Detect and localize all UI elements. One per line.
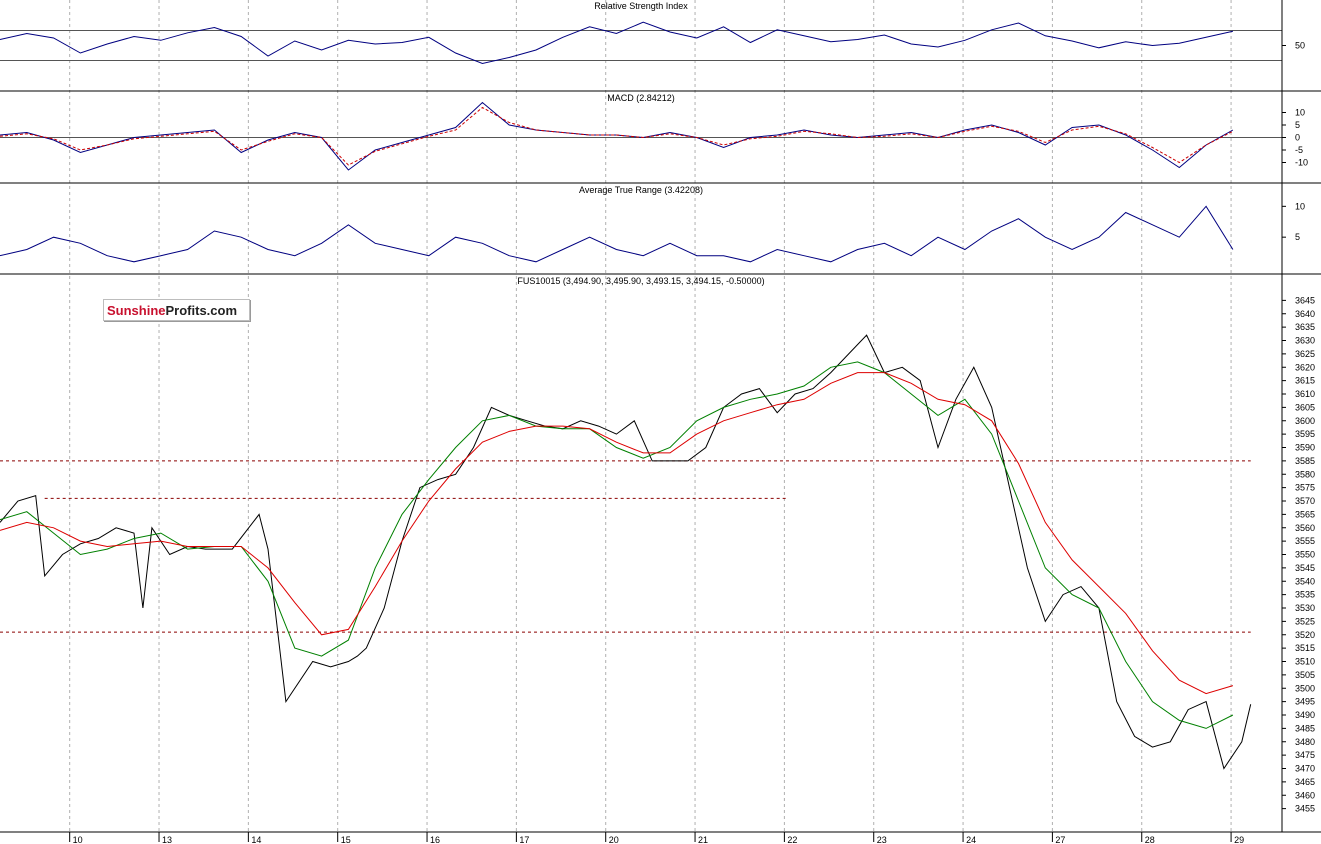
x-tick-label: 13 — [162, 835, 172, 844]
price-y-tick-label: 3625 — [1295, 349, 1315, 359]
price-y-tick-label: 3570 — [1295, 496, 1315, 506]
x-tick-label: 22 — [787, 835, 797, 844]
x-tick-label: 17 — [519, 835, 529, 844]
price-y-tick-label: 3460 — [1295, 790, 1315, 800]
price-y-tick-label: 3470 — [1295, 764, 1315, 774]
chart-root: Relative Strength Index 50 MACD (2.84212) 1… — [0, 0, 1321, 844]
chart-svg: Relative Strength Index50MACD (2.84212)1… — [0, 0, 1321, 844]
price-y-tick-label: 3510 — [1295, 657, 1315, 667]
price-title: FUS10015 (3,494.90, 3,495.90, 3,493.15, … — [517, 276, 764, 286]
x-tick-label: 28 — [1145, 835, 1155, 844]
price-y-tick-label: 3480 — [1295, 737, 1315, 747]
price-y-tick-label: 3520 — [1295, 630, 1315, 640]
x-tick-label: 24 — [966, 835, 976, 844]
rsi-title: Relative Strength Index — [594, 1, 688, 11]
price-y-tick-label: 3545 — [1295, 563, 1315, 573]
x-tick-label: 27 — [1055, 835, 1065, 844]
price-y-tick-label: 3525 — [1295, 616, 1315, 626]
price-y-tick-label: 3590 — [1295, 443, 1315, 453]
price-y-tick-label: 3580 — [1295, 469, 1315, 479]
x-tick-label: 10 — [73, 835, 83, 844]
price-y-tick-label: 3600 — [1295, 416, 1315, 426]
macd-title: MACD (2.84212) — [607, 93, 675, 103]
logo-part1: Sunshine — [107, 302, 166, 318]
price-y-tick-label: 3505 — [1295, 670, 1315, 680]
x-tick-label: 23 — [877, 835, 887, 844]
x-tick-label: 16 — [430, 835, 440, 844]
x-tick-label: 21 — [698, 835, 708, 844]
price-y-tick-label: 3645 — [1295, 295, 1315, 305]
atr-y-tick-label: 10 — [1295, 201, 1305, 211]
price-y-tick-label: 3585 — [1295, 456, 1315, 466]
price-y-tick-label: 3630 — [1295, 336, 1315, 346]
price-y-tick-label: 3495 — [1295, 697, 1315, 707]
sunshine-profits-logo: Sunshine Profits.com — [103, 299, 250, 321]
price-y-tick-label: 3535 — [1295, 590, 1315, 600]
logo-part2: Profits.com — [165, 302, 238, 318]
price-y-tick-label: 3635 — [1295, 322, 1315, 332]
price-y-tick-label: 3555 — [1295, 536, 1315, 546]
price-y-tick-label: 3605 — [1295, 402, 1315, 412]
price-y-tick-label: 3575 — [1295, 483, 1315, 493]
price-y-tick-label: 3475 — [1295, 750, 1315, 760]
atr-y-tick-label: 5 — [1295, 232, 1300, 242]
price-y-tick-label: 3530 — [1295, 603, 1315, 613]
price-y-tick-label: 3540 — [1295, 576, 1315, 586]
macd-y-tick-label: 0 — [1295, 133, 1300, 143]
chart-background — [0, 0, 1321, 844]
macd-y-tick-label: 10 — [1295, 108, 1305, 118]
price-y-tick-label: 3550 — [1295, 550, 1315, 560]
macd-y-tick-label: -10 — [1295, 158, 1308, 168]
price-y-tick-label: 3455 — [1295, 804, 1315, 814]
price-y-tick-label: 3565 — [1295, 509, 1315, 519]
x-tick-label: 15 — [341, 835, 351, 844]
x-tick-label: 14 — [251, 835, 261, 844]
x-tick-label: 20 — [609, 835, 619, 844]
price-y-tick-label: 3515 — [1295, 643, 1315, 653]
price-y-tick-label: 3640 — [1295, 309, 1315, 319]
macd-y-tick-label: -5 — [1295, 145, 1303, 155]
price-y-tick-label: 3615 — [1295, 376, 1315, 386]
price-y-tick-label: 3620 — [1295, 362, 1315, 372]
x-tick-label: 29 — [1234, 835, 1244, 844]
price-y-tick-label: 3500 — [1295, 683, 1315, 693]
rsi-y-tick-label: 50 — [1295, 41, 1305, 51]
macd-y-tick-label: 5 — [1295, 120, 1300, 130]
atr-title: Average True Range (3.42208) — [579, 185, 703, 195]
price-y-tick-label: 3560 — [1295, 523, 1315, 533]
price-y-tick-label: 3485 — [1295, 723, 1315, 733]
price-y-tick-label: 3595 — [1295, 429, 1315, 439]
price-y-tick-label: 3490 — [1295, 710, 1315, 720]
price-y-tick-label: 3465 — [1295, 777, 1315, 787]
price-y-tick-label: 3610 — [1295, 389, 1315, 399]
